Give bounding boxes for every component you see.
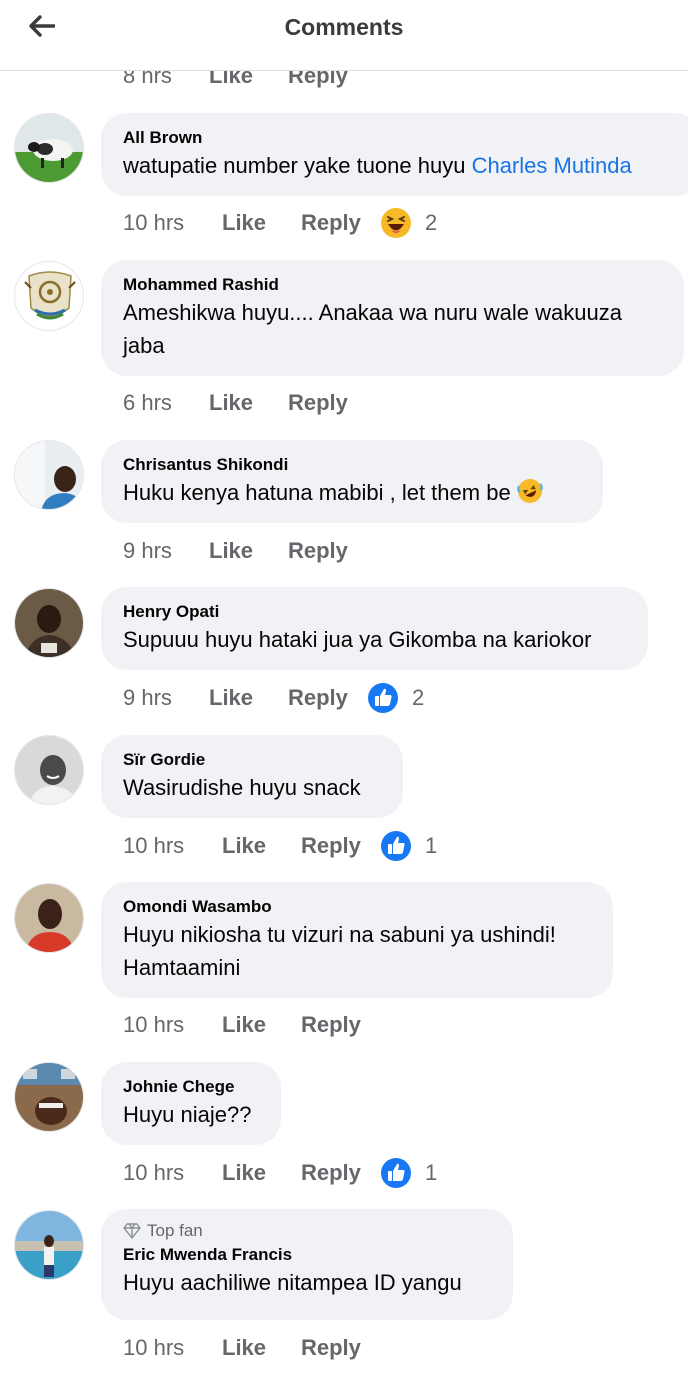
- avatar[interactable]: [14, 440, 84, 510]
- reaction-summary[interactable]: 2: [367, 682, 424, 714]
- comment-bubble: Chrisantus Shikondi Huku kenya hatuna ma…: [101, 440, 603, 523]
- comment-author[interactable]: Omondi Wasambo: [123, 896, 591, 918]
- comment-bubble: Johnie Chege Huyu niaje??: [101, 1062, 281, 1145]
- reaction-summary[interactable]: 1: [380, 1157, 437, 1189]
- reaction-count: 1: [425, 1160, 438, 1185]
- page-title: Comments: [284, 14, 404, 40]
- comment-author[interactable]: Henry Opati: [123, 601, 626, 623]
- reply-button[interactable]: Reply: [301, 833, 380, 859]
- reaction-count: 2: [425, 210, 438, 235]
- reaction-summary[interactable]: 1: [380, 830, 437, 862]
- avatar[interactable]: [14, 1210, 84, 1280]
- avatar[interactable]: [14, 1062, 84, 1132]
- like-reaction-icon: [367, 682, 399, 714]
- comment-author[interactable]: All Brown: [123, 127, 679, 149]
- reply-button[interactable]: Reply: [288, 538, 367, 564]
- comment-text: Supuuu huyu hataki jua ya Gikomba na kar…: [123, 627, 592, 652]
- avatar[interactable]: [14, 735, 84, 805]
- comment-author[interactable]: Chrisantus Shikondi: [123, 454, 581, 476]
- comment-author[interactable]: Eric Mwenda Francis: [123, 1244, 491, 1266]
- like-button[interactable]: Like: [209, 685, 288, 711]
- comment-bubble: Henry Opati Supuuu huyu hataki jua ya Gi…: [101, 587, 648, 670]
- reply-button[interactable]: Reply: [301, 1335, 380, 1361]
- comment-time: 10 hrs: [123, 1335, 185, 1360]
- reply-button[interactable]: Reply: [288, 390, 367, 416]
- reply-button[interactable]: Reply: [301, 1012, 380, 1038]
- avatar[interactable]: [14, 883, 84, 953]
- reply-button[interactable]: Reply: [288, 685, 367, 711]
- comment-bubble: Mohammed Rashid Ameshikwa huyu.... Anaka…: [101, 260, 684, 376]
- reply-button[interactable]: Reply: [301, 210, 380, 236]
- laugh-reaction-icon: [380, 207, 412, 239]
- comment-text: Ameshikwa huyu.... Anakaa wa nuru wale w…: [123, 300, 622, 358]
- header-bar: Comments: [0, 0, 688, 71]
- comment-actions: 6 hrs Like Reply: [123, 386, 367, 420]
- comment-time: 9 hrs: [123, 538, 172, 563]
- comment-text: watupatie number yake tuone huyu Charles…: [123, 149, 679, 182]
- comment-author[interactable]: Mohammed Rashid: [123, 274, 662, 296]
- comment-actions: 10 hrs Like Reply: [123, 1008, 380, 1042]
- comment-actions: 10 hrs Like Reply 1: [123, 1156, 437, 1190]
- avatar[interactable]: [14, 261, 84, 331]
- mention-link[interactable]: Charles Mutinda: [472, 153, 632, 178]
- reaction-summary[interactable]: 2: [380, 207, 437, 239]
- comment-text: Huyu aachiliwe nitampea ID yangu: [123, 1270, 462, 1295]
- comment-author[interactable]: Sïr Gordie: [123, 749, 381, 771]
- comment-text: Wasirudishe huyu snack: [123, 775, 361, 800]
- comment-actions: 9 hrs Like Reply 2: [123, 681, 424, 715]
- comment-text: Huyu niaje??: [123, 1102, 252, 1127]
- comment-actions: 10 hrs Like Reply 1: [123, 829, 437, 863]
- comment-bubble: All Brown watupatie number yake tuone hu…: [101, 113, 688, 196]
- comment-bubble: Sïr Gordie Wasirudishe huyu snack: [101, 735, 403, 818]
- like-button[interactable]: Like: [222, 210, 301, 236]
- comment-body: Huku kenya hatuna mabibi , let them be: [123, 480, 511, 505]
- reply-button[interactable]: Reply: [301, 1160, 380, 1186]
- like-button[interactable]: Like: [222, 1335, 301, 1361]
- like-button[interactable]: Like: [222, 1160, 301, 1186]
- reaction-count: 1: [425, 833, 438, 858]
- comment-time: 10 hrs: [123, 833, 185, 858]
- like-button[interactable]: Like: [209, 538, 288, 564]
- avatar[interactable]: [14, 113, 84, 183]
- comment-time: 10 hrs: [123, 1012, 185, 1037]
- comment-actions: 10 hrs Like Reply 2: [123, 206, 437, 240]
- comment-time: 10 hrs: [123, 1160, 185, 1185]
- like-button[interactable]: Like: [222, 833, 301, 859]
- like-button[interactable]: Like: [209, 390, 288, 416]
- top-fan-badge: Top fan: [123, 1221, 491, 1241]
- comment-time: 10 hrs: [123, 210, 185, 235]
- like-reaction-icon: [380, 830, 412, 862]
- comment-actions: 9 hrs Like Reply: [123, 534, 367, 568]
- comment-bubble: Top fan Eric Mwenda Francis Huyu aachili…: [101, 1209, 513, 1320]
- comment-time: 6 hrs: [123, 390, 172, 415]
- avatar[interactable]: [14, 588, 84, 658]
- comment-text: Huyu nikiosha tu vizuri na sabuni ya ush…: [123, 922, 556, 980]
- comment-body: watupatie number yake tuone huyu: [123, 153, 466, 178]
- comment-author[interactable]: Johnie Chege: [123, 1076, 259, 1098]
- rolling-laugh-emoji-icon: [517, 479, 543, 503]
- diamond-icon: [123, 1223, 141, 1239]
- like-button[interactable]: Like: [222, 1012, 301, 1038]
- comment-actions: 10 hrs Like Reply: [123, 1331, 380, 1365]
- comment-text: Huku kenya hatuna mabibi , let them be: [123, 476, 581, 509]
- reaction-count: 2: [412, 685, 425, 710]
- like-reaction-icon: [380, 1157, 412, 1189]
- badge-label: Top fan: [147, 1221, 203, 1240]
- comment-time: 9 hrs: [123, 685, 172, 710]
- comment-bubble: Omondi Wasambo Huyu nikiosha tu vizuri n…: [101, 882, 613, 998]
